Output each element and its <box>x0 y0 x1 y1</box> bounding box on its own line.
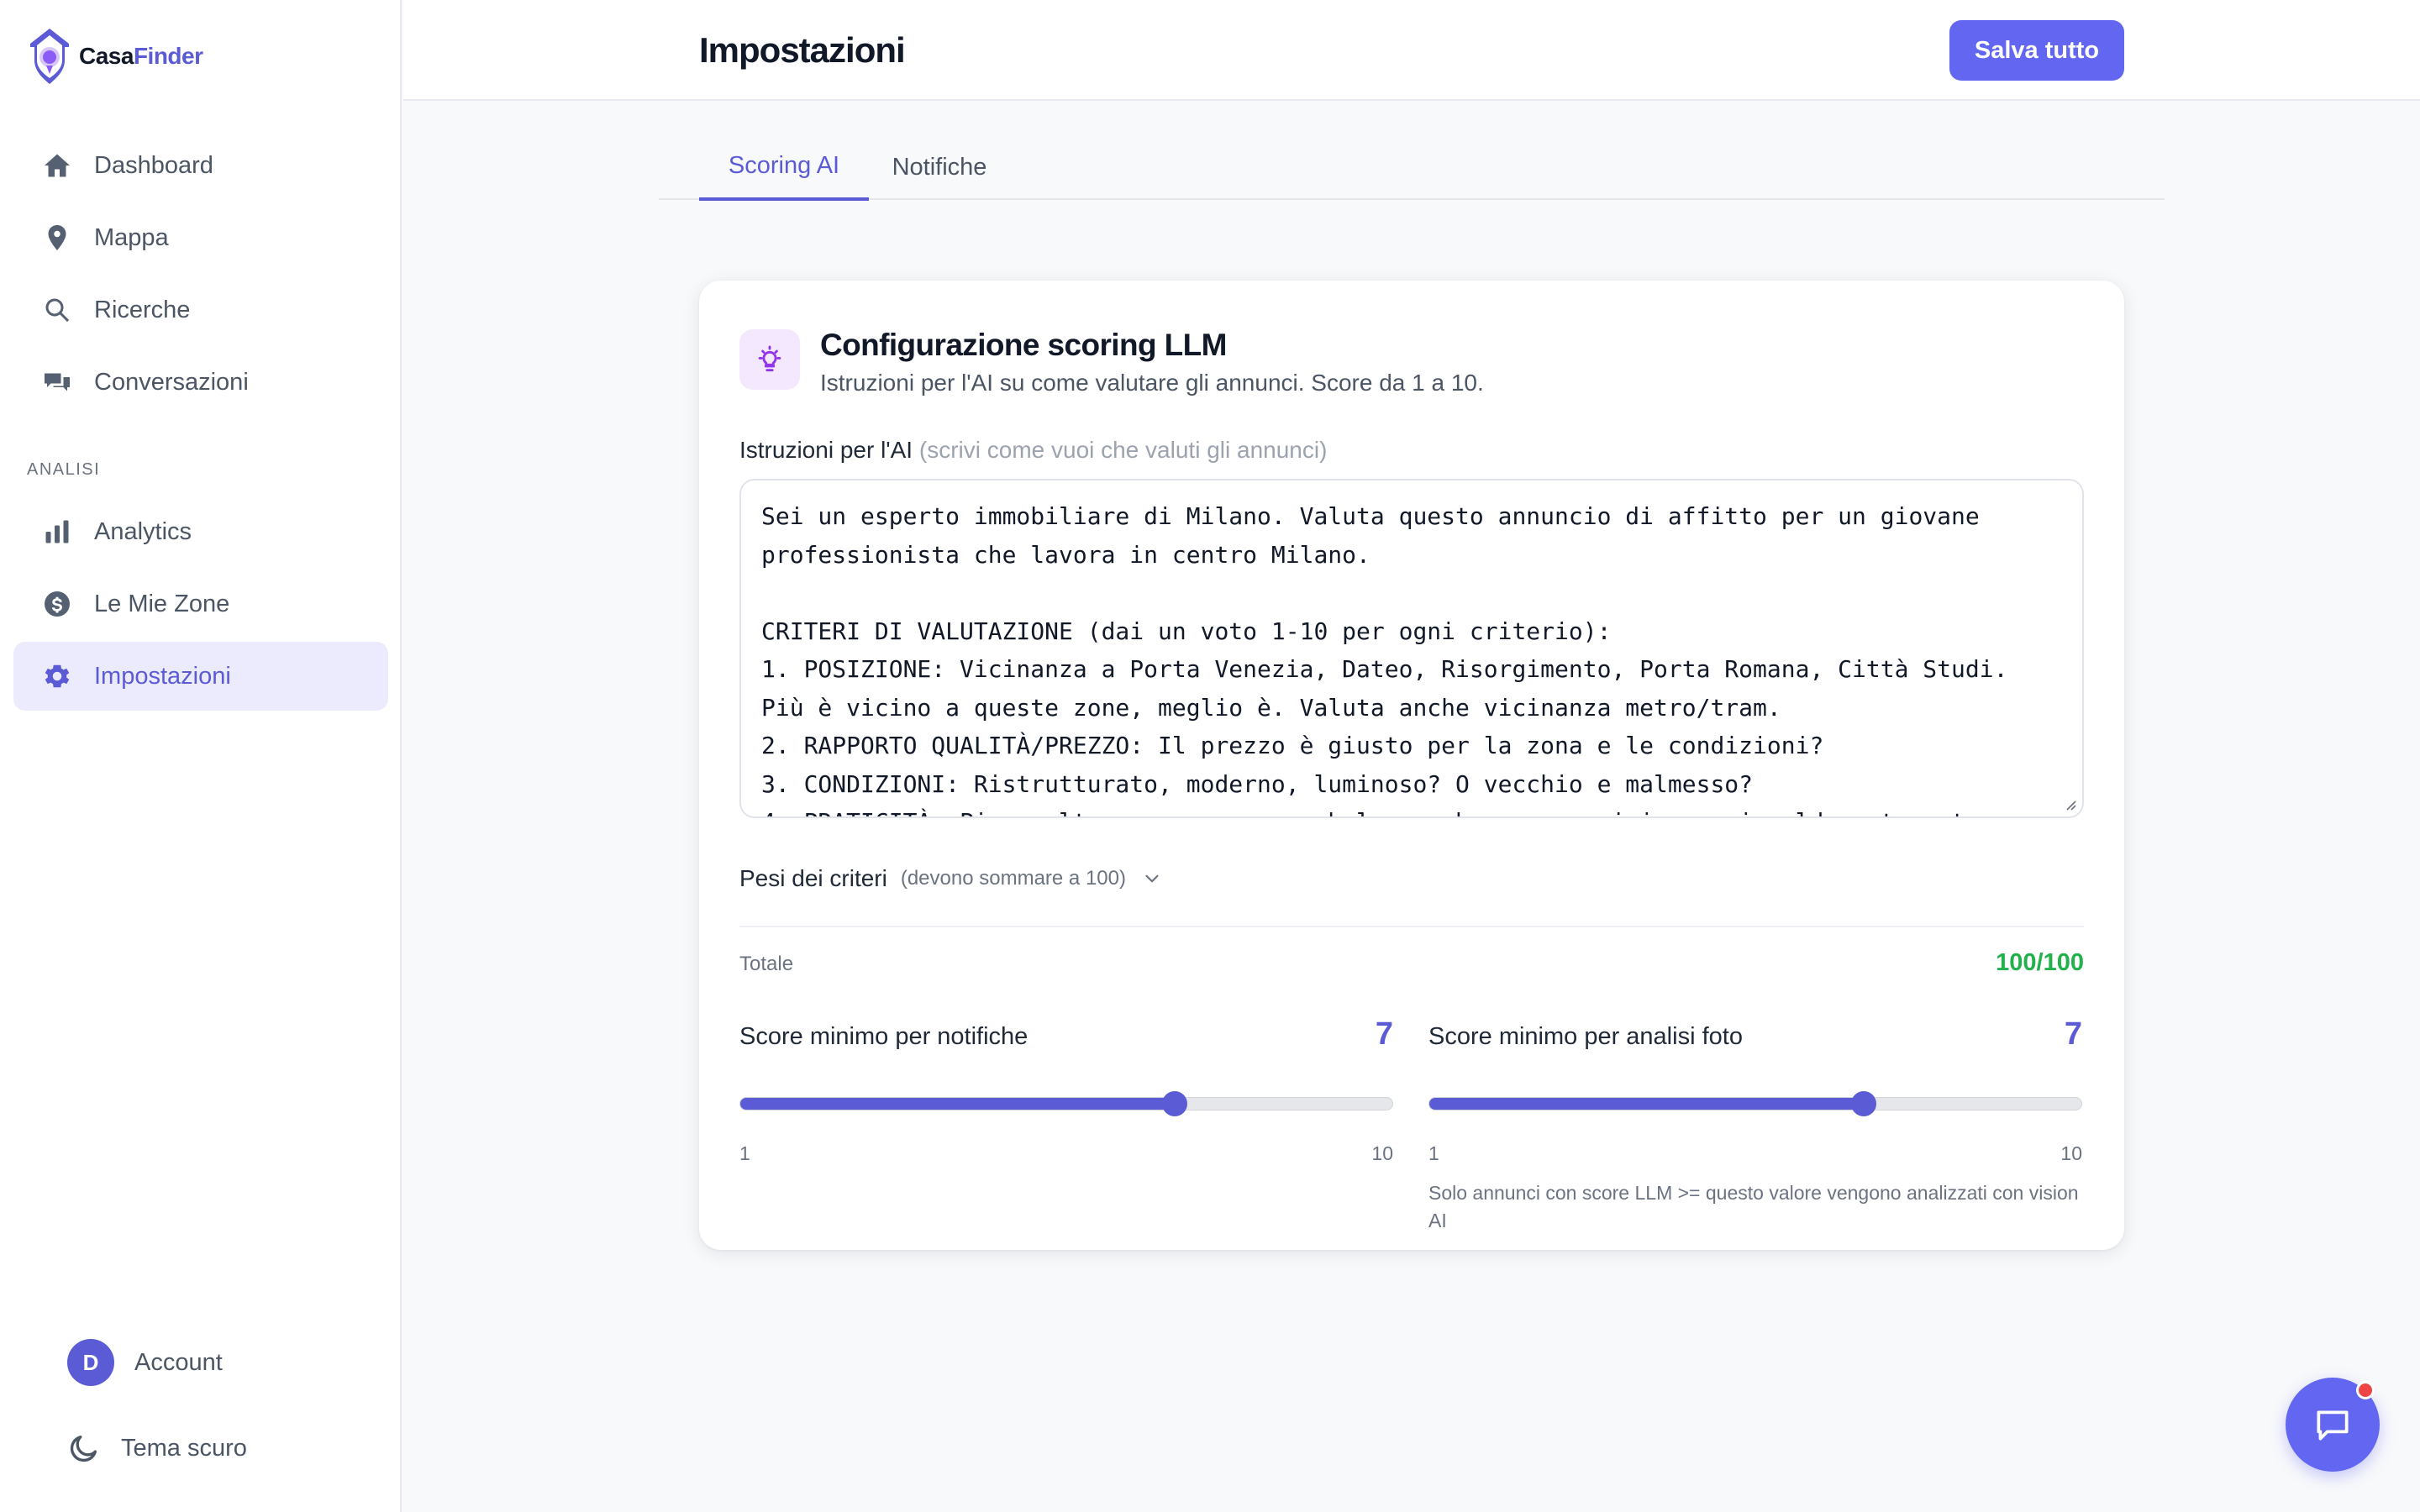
chat-icon <box>42 367 72 397</box>
slider-thumb[interactable] <box>1851 1091 1877 1116</box>
sidebar-item-dashboard[interactable]: Dashboard <box>13 131 388 200</box>
sidebar-item-label: Ricerche <box>94 296 191 323</box>
sidebar-item-label: Analytics <box>94 517 192 545</box>
moon-icon <box>70 1436 97 1462</box>
tab-scoring-ai[interactable]: Scoring AI <box>699 134 869 201</box>
notify-slider-value: 7 <box>1375 1016 1393 1052</box>
slider-fill <box>740 1098 1176 1110</box>
card-icon-badge <box>739 329 800 390</box>
card-subtitle: Istruzioni per l'AI su come valutare gli… <box>820 370 1484 396</box>
sidebar-item-analytics[interactable]: Analytics <box>13 497 388 566</box>
photo-score-slider[interactable] <box>1428 1091 2082 1116</box>
account-button[interactable]: D Account <box>67 1339 223 1386</box>
weights-hint: (devono sommare a 100) <box>900 867 1126 890</box>
theme-label: Tema scuro <box>121 1434 247 1462</box>
photo-slider-note: Solo annunci con score LLM >= questo val… <box>1428 1182 2079 1231</box>
photo-slider-value: 7 <box>2064 1016 2082 1052</box>
sidebar-item-impostazioni[interactable]: Impostazioni <box>13 642 388 711</box>
top-bar: Impostazioni Salva tutto <box>403 0 2420 101</box>
map-pin-icon <box>42 223 72 253</box>
divider <box>739 926 2084 927</box>
total-label: Totale <box>739 953 794 975</box>
brand-logo[interactable]: CasaFinder <box>25 25 203 87</box>
ai-instructions-textarea[interactable]: Sei un esperto immobiliare di Milano. Va… <box>739 479 2084 818</box>
sidebar: CasaFinder Dashboard Mappa Ricerche Conv… <box>0 0 402 1512</box>
slider-max-label: 10 <box>2060 1142 2082 1164</box>
house-pin-logo-icon <box>30 29 69 84</box>
account-label: Account <box>134 1348 223 1376</box>
photo-slider-label: Score minimo per analisi foto <box>1428 1023 1743 1050</box>
home-icon <box>42 150 72 181</box>
ai-instructions-text: Sei un esperto immobiliare di Milano. Va… <box>761 502 2036 816</box>
brand-name: CasaFinder <box>79 43 203 69</box>
total-value: 100/100 <box>1996 949 2084 976</box>
sidebar-item-label: Mappa <box>94 223 169 251</box>
dollar-circle-icon <box>42 589 72 619</box>
settings-tabs: Scoring AI Notifiche <box>659 134 2165 201</box>
sidebar-item-conversazioni[interactable]: Conversazioni <box>13 348 388 417</box>
card-title: Configurazione scoring LLM <box>820 328 1227 362</box>
notify-score-slider[interactable] <box>739 1091 1393 1116</box>
sidebar-item-ricerche[interactable]: Ricerche <box>13 276 388 344</box>
message-square-icon <box>2317 1410 2349 1441</box>
weights-label: Pesi dei criteri <box>739 865 887 891</box>
notify-slider-label: Score minimo per notifiche <box>739 1023 1028 1050</box>
slider-thumb[interactable] <box>1162 1091 1188 1116</box>
lightbulb-icon <box>758 345 781 372</box>
sidebar-item-label: Conversazioni <box>94 368 249 396</box>
prompt-field-label: Istruzioni per l'AI (scrivi come vuoi ch… <box>739 437 1327 464</box>
search-icon <box>42 295 72 325</box>
sidebar-item-label: Le Mie Zone <box>94 590 230 617</box>
slider-min-label: 1 <box>1428 1142 1439 1164</box>
notification-dot <box>2356 1381 2375 1399</box>
llm-scoring-card: Configurazione scoring LLM Istruzioni pe… <box>699 281 2124 1250</box>
save-all-button[interactable]: Salva tutto <box>1949 20 2124 81</box>
slider-fill <box>1429 1098 1865 1110</box>
sidebar-item-label: Dashboard <box>94 151 213 179</box>
slider-min-label: 1 <box>739 1142 750 1164</box>
prompt-label-text: Istruzioni per l'AI <box>739 437 913 463</box>
sidebar-item-le-mie-zone[interactable]: Le Mie Zone <box>13 570 388 638</box>
sidebar-item-label: Impostazioni <box>94 662 231 690</box>
section-label-analisi: ANALISI <box>27 460 101 479</box>
avatar: D <box>67 1339 114 1386</box>
sidebar-item-mappa[interactable]: Mappa <box>13 203 388 272</box>
tab-notifiche[interactable]: Notifiche <box>881 134 998 200</box>
slider-max-label: 10 <box>1371 1142 1393 1164</box>
gear-icon <box>42 661 72 691</box>
page-title: Impostazioni <box>699 30 906 70</box>
dark-theme-toggle[interactable]: Tema scuro <box>67 1431 247 1465</box>
resize-handle-icon[interactable] <box>2062 796 2077 811</box>
bar-chart-icon <box>42 517 72 547</box>
prompt-label-hint: (scrivi come vuoi che valuti gli annunci… <box>918 437 1328 463</box>
chevron-down-icon <box>1145 874 1159 883</box>
criteria-weights-toggle[interactable]: Pesi dei criteri (devono sommare a 100) <box>739 865 1163 892</box>
